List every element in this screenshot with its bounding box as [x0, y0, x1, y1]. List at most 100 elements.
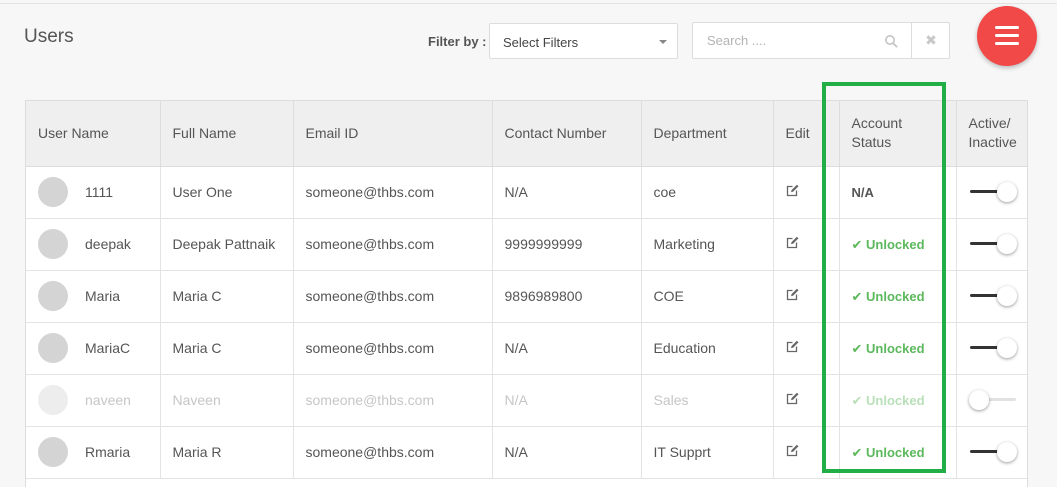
full-name: Maria R — [160, 426, 294, 479]
department: Marketing — [641, 218, 774, 271]
toggle-knob — [996, 182, 1017, 202]
header-active-line1: Active/ — [968, 115, 1011, 132]
filter-select-value: Select Filters — [503, 35, 579, 50]
account-status: ✔ Unlocked — [851, 444, 925, 460]
contact-number: N/A — [492, 322, 642, 375]
header-active-inactive[interactable]: Active/ Inactive — [956, 101, 1027, 167]
edit-icon[interactable] — [786, 444, 799, 457]
user-cell: naveen — [38, 385, 160, 415]
header-email[interactable]: Email ID — [293, 101, 493, 167]
edit-icon[interactable] — [786, 236, 799, 249]
users-page: Users Filter by : Select Filters ✖ — [0, 0, 1057, 487]
contact-number: 9999999999 — [492, 218, 642, 271]
user-cell: Rmaria — [38, 437, 160, 467]
user-avatar-icon — [38, 229, 68, 259]
clear-search-button[interactable]: ✖ — [911, 23, 950, 58]
user-name: Rmaria — [85, 444, 131, 460]
contact-number: N/A — [492, 374, 642, 427]
toggle-knob — [968, 390, 989, 410]
header-account-status-line2: Status — [851, 134, 892, 151]
active-toggle[interactable] — [969, 180, 1019, 204]
user-cell: 1111 — [38, 177, 160, 207]
email: someone@thbs.com — [293, 270, 493, 323]
email: someone@thbs.com — [293, 322, 493, 375]
table-row: Rmaria Maria R someone@thbs.com N/A IT S… — [26, 426, 1027, 479]
active-toggle[interactable] — [969, 440, 1019, 464]
email: someone@thbs.com — [293, 166, 493, 219]
page-title: Users — [24, 26, 74, 47]
account-status: ✔ Unlocked — [851, 236, 925, 252]
account-status: ✔ Unlocked — [851, 288, 925, 304]
toggle-knob — [996, 234, 1017, 254]
full-name: Maria C — [160, 270, 294, 323]
header-account-status-line1: Account — [851, 115, 903, 132]
hamburger-menu-icon — [995, 42, 1019, 45]
toggle-knob — [996, 338, 1017, 358]
table-row: 1111 User One someone@thbs.com N/A coe N… — [26, 166, 1027, 219]
top-divider — [0, 3, 1057, 4]
department: Sales — [641, 374, 774, 427]
full-name: User One — [160, 166, 294, 219]
account-status: ✔ Unlocked — [851, 392, 925, 408]
contact-number: 9896989800 — [492, 270, 642, 323]
full-name: Maria C — [160, 322, 294, 375]
edit-icon[interactable] — [786, 184, 799, 197]
table-row: deepak Deepak Pattnaik someone@thbs.com … — [26, 218, 1027, 271]
hamburger-menu-button[interactable] — [977, 6, 1037, 66]
user-cell: deepak — [38, 229, 160, 259]
user-name: naveen — [85, 392, 131, 408]
header-account-status[interactable]: Account Status — [839, 101, 957, 167]
full-name: Naveen — [160, 374, 294, 427]
user-avatar-icon — [38, 385, 68, 415]
active-toggle[interactable] — [968, 388, 1019, 412]
user-avatar-icon — [38, 177, 68, 207]
account-status: ✔ Unlocked — [851, 340, 925, 356]
hamburger-menu-icon — [995, 26, 1019, 29]
account-status: N/A — [851, 185, 874, 200]
full-name: Deepak Pattnaik — [160, 218, 294, 271]
user-cell: Maria — [38, 281, 160, 311]
active-toggle[interactable] — [969, 284, 1019, 308]
search-icon[interactable] — [884, 34, 898, 48]
search-input[interactable] — [693, 23, 911, 58]
header-full-name[interactable]: Full Name — [160, 101, 294, 167]
header-active-line2: Inactive — [968, 134, 1017, 151]
department: Education — [641, 322, 774, 375]
header-user-name[interactable]: User Name — [26, 101, 161, 167]
header-contact-number[interactable]: Contact Number — [492, 101, 642, 167]
email: someone@thbs.com — [293, 426, 493, 479]
search-box: ✖ — [692, 22, 950, 59]
department: coe — [641, 166, 774, 219]
header-department[interactable]: Department — [641, 101, 774, 167]
close-icon: ✖ — [925, 32, 937, 48]
user-avatar-icon — [38, 333, 68, 363]
edit-icon[interactable] — [786, 392, 799, 405]
table-row: MariaC Maria C someone@thbs.com N/A Educ… — [26, 322, 1027, 375]
header-edit: Edit — [773, 101, 840, 167]
active-toggle[interactable] — [969, 232, 1019, 256]
email: someone@thbs.com — [293, 218, 493, 271]
table-header-row: User Name Full Name Email ID Contact Num… — [26, 101, 1027, 167]
hamburger-menu-icon — [995, 34, 1019, 37]
user-avatar-icon — [38, 281, 68, 311]
caret-down-icon — [659, 40, 667, 44]
active-toggle[interactable] — [969, 336, 1019, 360]
users-table: User Name Full Name Email ID Contact Num… — [25, 100, 1028, 487]
contact-number: N/A — [492, 166, 642, 219]
edit-icon[interactable] — [786, 288, 799, 301]
toggle-knob — [996, 442, 1017, 462]
user-name: MariaC — [85, 340, 131, 356]
user-avatar-icon — [38, 437, 68, 467]
email: someone@thbs.com — [293, 374, 493, 427]
user-name: deepak — [85, 236, 131, 252]
filter-label: Filter by : — [428, 34, 487, 49]
department: COE — [641, 270, 774, 323]
toggle-knob — [996, 286, 1017, 306]
table-row: Maria Maria C someone@thbs.com 989698980… — [26, 270, 1027, 323]
user-cell: MariaC — [38, 333, 160, 363]
edit-icon[interactable] — [786, 340, 799, 353]
user-name: Maria — [85, 288, 121, 304]
filter-select[interactable]: Select Filters — [489, 23, 678, 59]
contact-number: N/A — [492, 426, 642, 479]
user-name: 1111 — [85, 184, 114, 200]
